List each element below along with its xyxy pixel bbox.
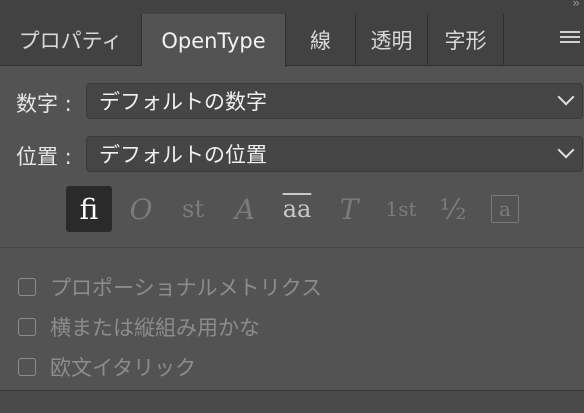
- divider: [0, 247, 584, 248]
- checkbox-proportional-metrics[interactable]: プロポーショナルメトリクス: [18, 272, 322, 302]
- checkbox-icon[interactable]: [18, 278, 36, 296]
- checkbox-label: 欧文イタリック: [50, 356, 197, 380]
- panel-bottom-bar: [0, 390, 584, 413]
- figure-label: 数字 :: [16, 92, 72, 116]
- tab-stroke[interactable]: 線: [286, 14, 356, 65]
- figure-value: デフォルトの数字: [99, 90, 267, 114]
- stylistic-sets-icon[interactable]: a: [482, 186, 528, 232]
- position-select[interactable]: デフォルトの位置: [86, 136, 583, 172]
- checkbox-roman-italics[interactable]: 欧文イタリック: [18, 352, 196, 382]
- contextual-alternates-icon[interactable]: O: [118, 186, 164, 232]
- fractions-icon[interactable]: ½: [430, 186, 476, 232]
- tab-properties[interactable]: プロパティ: [0, 14, 142, 65]
- checkbox-icon[interactable]: [18, 358, 36, 376]
- collapse-icon[interactable]: ››: [572, 0, 579, 10]
- ordinals-icon[interactable]: 1st: [378, 186, 424, 232]
- figure-select[interactable]: デフォルトの数字: [86, 83, 583, 119]
- tab-opentype[interactable]: OpenType: [142, 14, 286, 67]
- chevron-down-icon: [557, 141, 575, 159]
- tab-bar: プロパティ OpenType 線 透明 字形: [0, 14, 584, 67]
- checkbox-kana[interactable]: 横または縦組み用かな: [18, 312, 260, 342]
- checkbox-icon[interactable]: [18, 318, 36, 336]
- position-label: 位置 :: [16, 145, 72, 169]
- standard-ligature-icon[interactable]: ﬁ: [66, 186, 112, 232]
- panel-top-strip: ››: [0, 0, 584, 14]
- position-value: デフォルトの位置: [99, 143, 267, 167]
- checkbox-label: プロポーショナルメトリクス: [50, 276, 322, 300]
- tab-transparency[interactable]: 透明: [356, 14, 428, 65]
- stylistic-alternates-icon[interactable]: aa: [274, 186, 320, 232]
- titling-alternates-icon[interactable]: T: [326, 186, 372, 232]
- checkbox-label: 横または縦組み用かな: [50, 316, 260, 340]
- stylistic-sets-glyph: a: [491, 195, 519, 223]
- opentype-feature-buttons: ﬁ O st A aa T 1st ½ a: [66, 186, 546, 232]
- swash-icon[interactable]: A: [222, 186, 268, 232]
- tab-glyphs[interactable]: 字形: [428, 14, 504, 65]
- chevron-down-icon: [557, 88, 575, 106]
- panel-menu-icon[interactable]: [560, 28, 580, 48]
- discretionary-ligature-icon[interactable]: st: [170, 186, 216, 232]
